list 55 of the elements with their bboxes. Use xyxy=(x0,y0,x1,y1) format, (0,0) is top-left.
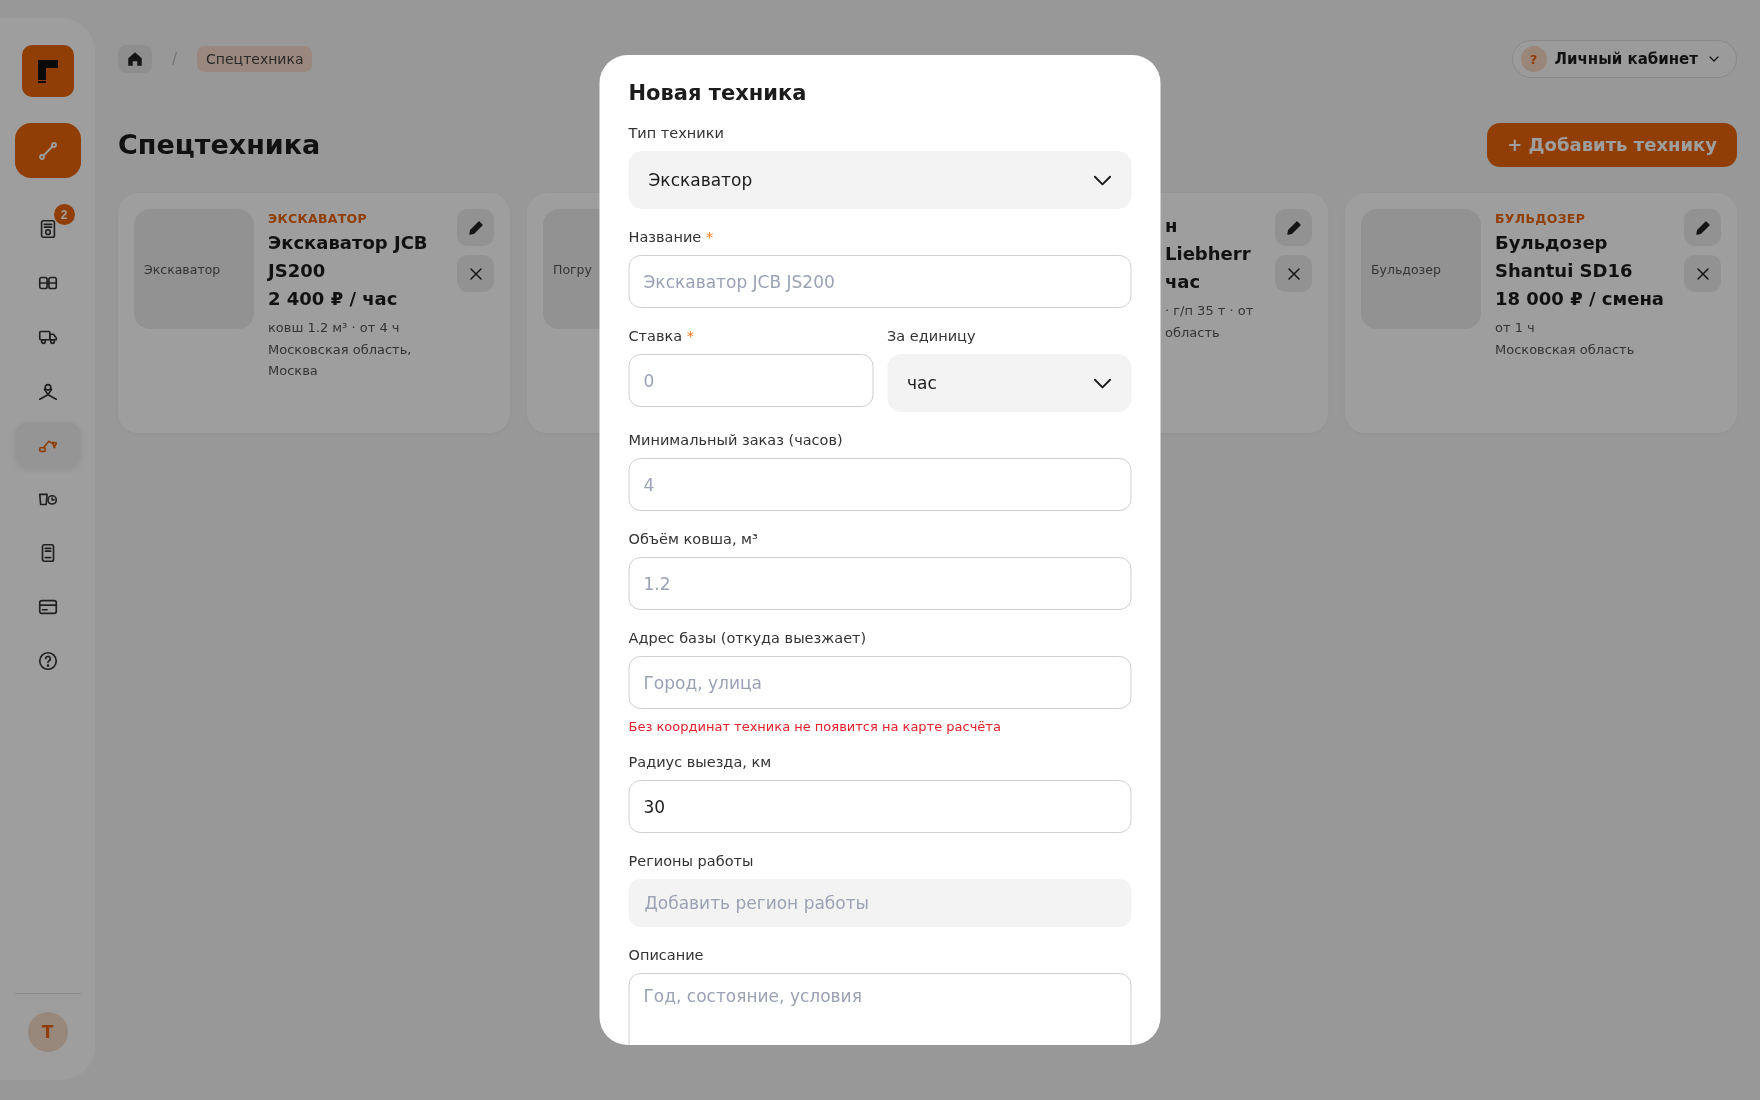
region-input-field[interactable]: Добавить регион работы xyxy=(628,879,1132,927)
field-label: Адрес базы (откуда выезжает) xyxy=(628,629,868,648)
location-text: область xyxy=(1165,324,1221,342)
breadcrumb-separator: / xyxy=(172,50,178,68)
delete-button[interactable] xyxy=(1275,255,1312,292)
input-field[interactable]: 0 xyxy=(628,354,873,407)
price-text: 18 000 ₽ / смена xyxy=(1495,287,1665,311)
error-message: Без координат техника не появится на карте расчёта xyxy=(628,719,1002,734)
equipment-card[interactable]: Экскаватор ЭКСКАВАТОР Экскаватор JCB JS200 2 400 ₽ / час ковш 1.2 м³ · от 4 ч Московская область, Москва xyxy=(118,193,510,433)
home-button[interactable] xyxy=(118,45,152,73)
price-text: час xyxy=(1165,270,1202,294)
delete-button[interactable] xyxy=(1684,255,1721,292)
account-avatar: ? xyxy=(1520,46,1547,72)
field-label: Тип техники xyxy=(628,124,725,143)
field-label: Ставка * xyxy=(628,327,695,346)
image-placeholder: Бульдозер xyxy=(1361,209,1481,329)
field-label: Регионы работы xyxy=(628,852,755,871)
input-field[interactable]: Экскаватор JCB JS200 xyxy=(628,255,1132,308)
route-button[interactable] xyxy=(14,123,81,178)
category-label: ЭКСКАВАТОР xyxy=(268,211,368,226)
home-icon xyxy=(126,50,144,68)
location-text: Московская область, Москва xyxy=(268,341,413,380)
field-label: За единицу xyxy=(887,327,977,346)
field-label: Объём ковша, м³ xyxy=(628,530,759,549)
edit-button[interactable] xyxy=(1275,209,1312,246)
specs-text: ковш 1.2 м³ · от 4 ч xyxy=(268,319,401,337)
category-label: БУЛЬДОЗЕР xyxy=(1495,211,1587,226)
select-field[interactable]: час xyxy=(887,354,1132,412)
specs-text: от 1 ч xyxy=(1495,319,1536,337)
equipment-card[interactable]: Бульдозер БУЛЬДОЗЕР Бульдозер Shantui SD16 18 000 ₽ / смена от 1 ч Московская область xyxy=(1345,193,1737,433)
edit-button[interactable] xyxy=(457,209,494,246)
field-label: Минимальный заказ (часов) xyxy=(628,431,844,450)
modal-title: Новая техника xyxy=(628,81,808,105)
app-logo[interactable] xyxy=(21,45,74,97)
card-title: Экскаватор JCB JS200 xyxy=(268,231,429,283)
input-field[interactable]: 4 xyxy=(628,458,1132,511)
description-field[interactable]: Год, состояние, условия xyxy=(628,973,1132,1045)
input-field[interactable]: Город, улица xyxy=(628,656,1132,709)
account-button[interactable]: ? Личный кабинет xyxy=(1511,40,1737,78)
specs-text: · г/п 35 т · от xyxy=(1165,302,1255,320)
select-field[interactable]: Экскаватор xyxy=(628,151,1132,209)
field-label: Радиус выезда, км xyxy=(628,753,773,772)
image-placeholder: Экскаватор xyxy=(134,209,254,329)
location-text: Московская область xyxy=(1495,341,1636,359)
input-field[interactable]: 30 xyxy=(628,780,1132,833)
field-label: Описание xyxy=(628,946,705,965)
input-field[interactable]: 1.2 xyxy=(628,557,1132,610)
help-icon xyxy=(36,650,59,672)
card-title: Бульдозер Shantui SD16 xyxy=(1495,231,1634,283)
delete-button[interactable] xyxy=(457,255,494,292)
price-text: 2 400 ₽ / час xyxy=(268,287,399,311)
breadcrumb-link[interactable]: Спецтехника xyxy=(197,46,313,72)
notification-badge: 2 xyxy=(53,204,75,225)
page-title: Спецтехника xyxy=(118,129,321,160)
edit-button[interactable] xyxy=(1684,209,1721,246)
